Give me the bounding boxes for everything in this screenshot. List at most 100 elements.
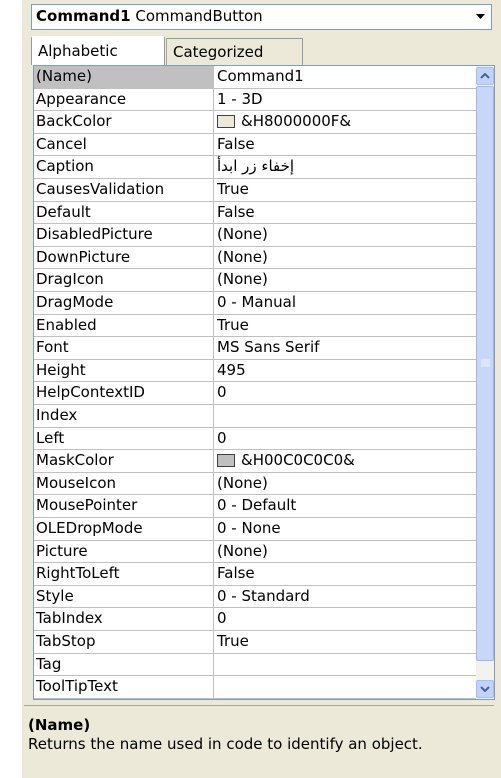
property-value-text: False: [217, 202, 255, 221]
property-value[interactable]: [217, 654, 475, 676]
property-value-text: True: [217, 315, 249, 334]
scroll-grip-icon: [481, 359, 490, 367]
property-row[interactable]: MousePointer 0 - Default: [34, 495, 477, 518]
property-row[interactable]: Left 0: [34, 427, 477, 451]
property-value[interactable]: False: [217, 563, 475, 585]
property-value[interactable]: 0: [217, 428, 475, 450]
property-row[interactable]: MouseIcon (None): [34, 472, 477, 496]
property-name: Picture: [34, 540, 214, 563]
property-value[interactable]: (None): [217, 473, 475, 495]
property-row[interactable]: DisabledPicture (None): [34, 224, 477, 247]
property-value-text: False: [217, 134, 255, 153]
property-row[interactable]: TabIndex 0: [34, 608, 477, 631]
property-value-text: True: [217, 632, 249, 650]
property-value[interactable]: إخفاء زر ابدأ: [217, 156, 475, 178]
property-value-text: True: [217, 180, 249, 198]
property-value[interactable]: 0 - Manual: [217, 292, 475, 314]
property-value[interactable]: (None): [217, 247, 475, 269]
property-value[interactable]: [217, 676, 475, 698]
property-value[interactable]: 495: [217, 360, 475, 382]
property-row[interactable]: CausesValidation True: [34, 179, 477, 202]
property-value-text: &H00C0C0C0&: [241, 451, 355, 470]
property-value-text: (None): [217, 473, 268, 492]
vertical-scrollbar[interactable]: [476, 66, 494, 699]
property-value-text: 1 - 3D: [217, 89, 263, 108]
property-value-text: False: [217, 564, 255, 583]
property-name: RightToLeft: [34, 563, 214, 585]
property-value-text: MS Sans Serif: [217, 338, 320, 357]
scroll-down-arrow-icon[interactable]: [476, 680, 494, 698]
property-name: DownPicture: [34, 246, 214, 269]
property-value-text: 0: [217, 609, 227, 628]
property-value[interactable]: 0 - None: [217, 518, 475, 540]
property-name: MousePointer: [34, 495, 214, 517]
property-value[interactable]: (None): [217, 269, 475, 291]
property-row[interactable]: DragMode 0 - Manual: [34, 292, 477, 315]
property-row[interactable]: Enabled True: [34, 314, 477, 338]
property-value-text: (None): [217, 247, 268, 266]
property-name: Default: [34, 201, 214, 224]
scrollbar-thumb[interactable]: [476, 86, 494, 661]
property-name: TabStop: [34, 631, 214, 653]
property-name: MouseIcon: [34, 472, 214, 495]
property-value-text: إخفاء زر ابدأ: [217, 157, 295, 176]
property-row[interactable]: Style 0 - Standard: [34, 585, 477, 609]
property-row[interactable]: TabStop True: [34, 631, 477, 654]
description-pane: (Name) Returns the name used in code to …: [24, 705, 494, 775]
property-name: DisabledPicture: [34, 224, 214, 246]
property-row[interactable]: Tag: [34, 653, 477, 677]
property-value[interactable]: True: [217, 179, 475, 201]
color-swatch: [217, 115, 235, 129]
property-value[interactable]: MS Sans Serif: [217, 337, 475, 359]
object-selector-text: Command1 CommandButton: [36, 7, 263, 25]
property-value[interactable]: False: [217, 134, 475, 156]
property-value[interactable]: (None): [217, 224, 475, 246]
property-value[interactable]: (None): [217, 541, 475, 563]
property-value-text: Command1: [217, 67, 304, 85]
property-row[interactable]: Default False: [34, 201, 477, 225]
tab-alphabetic[interactable]: Alphabetic: [31, 36, 165, 65]
property-value-text: 0 - Manual: [217, 293, 296, 311]
property-name: (Name): [34, 66, 214, 88]
property-value[interactable]: &H00C0C0C0&: [217, 450, 475, 472]
property-name: Style: [34, 585, 214, 608]
property-value[interactable]: [217, 405, 475, 427]
property-row[interactable]: Cancel False: [34, 133, 477, 157]
property-row[interactable]: Font MS Sans Serif: [34, 337, 477, 360]
property-row[interactable]: BackColor &H8000000F&: [34, 111, 477, 134]
property-value-text: (None): [217, 270, 268, 289]
property-name: Font: [34, 337, 214, 359]
property-row[interactable]: Picture (None): [34, 540, 477, 564]
property-name: OLEDropMode: [34, 518, 214, 540]
property-value[interactable]: 0 - Default: [217, 495, 475, 517]
property-value[interactable]: 0: [217, 608, 475, 630]
chevron-down-icon[interactable]: [471, 7, 489, 27]
property-row[interactable]: HelpContextID 0: [34, 382, 477, 405]
scroll-up-arrow-icon[interactable]: [476, 67, 494, 85]
property-name: Left: [34, 427, 214, 450]
property-row[interactable]: DownPicture (None): [34, 246, 477, 270]
property-value[interactable]: Command1: [217, 66, 475, 88]
property-row[interactable]: Index: [34, 405, 477, 428]
color-swatch: [217, 454, 235, 468]
property-row[interactable]: RightToLeft False: [34, 563, 477, 586]
property-value[interactable]: True: [217, 315, 475, 337]
property-row[interactable]: DragIcon (None): [34, 269, 477, 292]
property-row[interactable]: Caption إخفاء زر ابدأ: [34, 156, 477, 179]
property-row[interactable]: ToolTipText: [34, 676, 477, 699]
property-row[interactable]: MaskColor &H00C0C0C0&: [34, 450, 477, 473]
property-value[interactable]: &H8000000F&: [217, 111, 475, 133]
tab-categorized[interactable]: Categorized: [166, 38, 303, 65]
property-value[interactable]: 0: [217, 382, 475, 404]
object-selector-combo[interactable]: Command1 CommandButton: [31, 4, 492, 30]
property-row[interactable]: OLEDropMode 0 - None: [34, 518, 477, 541]
property-row[interactable]: Appearance 1 - 3D: [34, 88, 477, 112]
property-value[interactable]: 1 - 3D: [217, 89, 475, 111]
property-value[interactable]: True: [217, 631, 475, 653]
property-value[interactable]: 0 - Standard: [217, 586, 475, 608]
property-name: Index: [34, 405, 214, 427]
property-row[interactable]: (Name) Command1: [34, 66, 477, 89]
property-value[interactable]: False: [217, 202, 475, 224]
property-row[interactable]: Height 495: [34, 359, 477, 383]
property-value-text: 0: [217, 383, 227, 402]
